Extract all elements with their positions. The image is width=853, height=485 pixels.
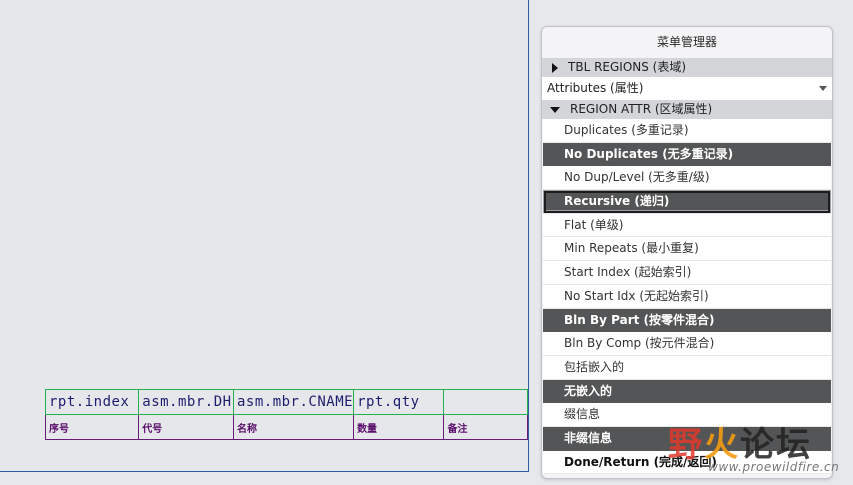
repeat-region-table[interactable]: rpt.index asm.mbr.DH asm.mbr.CNAME rpt.q…	[44, 389, 528, 440]
region-attr-header[interactable]: REGION ATTR (区域属性)	[542, 100, 832, 119]
collapse-arrow-icon	[550, 106, 560, 113]
header-cell[interactable]: 代号	[138, 414, 234, 440]
attributes-dropdown[interactable]: Attributes (属性)	[542, 77, 832, 100]
param-cell[interactable]: rpt.index	[44, 389, 140, 415]
tbl-regions-label: TBL REGIONS (表域)	[568, 60, 687, 74]
region-attr-label: REGION ATTR (区域属性)	[570, 102, 713, 116]
header-cell[interactable]: 备注	[443, 414, 528, 440]
menu-item-suffix-info[interactable]: 缀信息	[543, 403, 831, 427]
menu-item-no-duplicates[interactable]: No Duplicates (无多重记录)	[543, 142, 831, 167]
attributes-dropdown-value: Attributes (属性)	[547, 81, 644, 95]
menu-item-list: Duplicates (多重记录) No Duplicates (无多重记录) …	[543, 119, 831, 475]
menu-item-no-dup-level[interactable]: No Dup/Level (无多重/级)	[543, 166, 831, 191]
menu-item-no-start-idx[interactable]: No Start Idx (无起始索引)	[543, 284, 831, 309]
menu-item-min-repeats[interactable]: Min Repeats (最小重复)	[543, 237, 831, 262]
header-row: 序号 代号 名称 数量 备注	[44, 414, 528, 440]
menu-item-non-suffix-info[interactable]: 非缀信息	[543, 426, 831, 451]
menu-item-recursive[interactable]: Recursive (递归)	[543, 190, 831, 214]
menu-item-duplicates[interactable]: Duplicates (多重记录)	[543, 119, 831, 143]
menu-item-no-embedded[interactable]: 无嵌入的	[543, 379, 831, 404]
chevron-down-icon	[819, 86, 827, 91]
menu-item-include-embedded[interactable]: 包括嵌入的	[543, 355, 831, 380]
header-cell[interactable]: 名称	[232, 414, 355, 440]
menu-item-done-return[interactable]: Done/Return (完成/返回)	[543, 450, 831, 475]
menu-item-flat[interactable]: Flat (单级)	[543, 213, 831, 238]
menu-manager-panel: 菜单管理器 TBL REGIONS (表域) Attributes (属性) R…	[541, 26, 833, 479]
header-cell[interactable]: 序号	[44, 414, 140, 440]
param-cell[interactable]: asm.mbr.CNAME	[232, 389, 355, 415]
menu-manager-title: 菜单管理器	[656, 35, 717, 49]
param-row: rpt.index asm.mbr.DH asm.mbr.CNAME rpt.q…	[44, 389, 528, 415]
param-cell[interactable]: asm.mbr.DH	[138, 389, 234, 415]
param-cell[interactable]	[443, 389, 528, 415]
header-cell[interactable]: 数量	[353, 414, 445, 440]
param-cell[interactable]: rpt.qty	[353, 389, 445, 415]
drawing-canvas[interactable]: rpt.index asm.mbr.DH asm.mbr.CNAME rpt.q…	[0, 0, 529, 472]
menu-item-bln-by-part[interactable]: Bln By Part (按零件混合)	[543, 308, 831, 333]
menu-item-bln-by-comp[interactable]: Bln By Comp (按元件混合)	[543, 332, 831, 356]
expand-arrow-icon	[552, 62, 558, 73]
menu-item-start-index[interactable]: Start Index (起始索引)	[543, 261, 831, 285]
tbl-regions-header[interactable]: TBL REGIONS (表域)	[542, 58, 832, 77]
